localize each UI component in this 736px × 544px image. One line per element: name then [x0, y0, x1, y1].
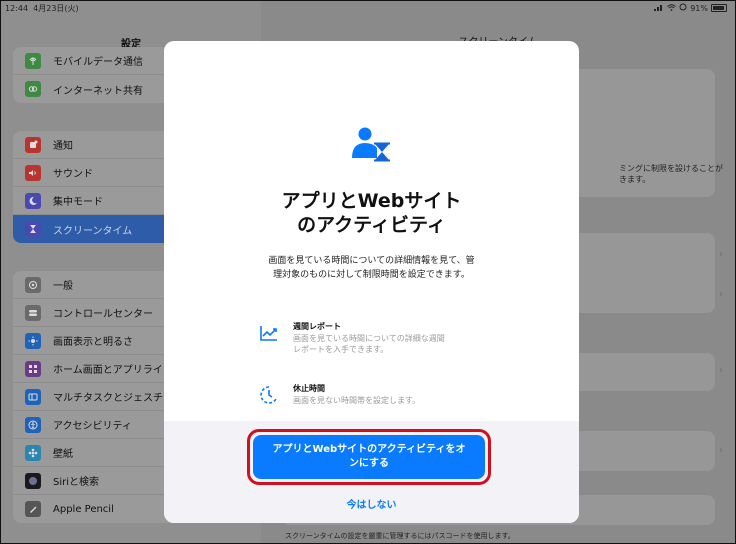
multitask-icon — [25, 388, 41, 405]
sidebar-item-label: Siriと検索 — [53, 477, 100, 488]
status-bar: 12:44 4月23日(火) 91% — [1, 1, 735, 15]
bell-icon — [25, 136, 41, 153]
downtime-icon — [260, 386, 277, 404]
status-indicators: 91% — [654, 3, 727, 13]
orientation-lock-icon — [679, 3, 687, 13]
person-hourglass-icon — [352, 127, 390, 162]
sidebar-item-label: インターネット共有 — [53, 85, 143, 97]
screen-time-onboarding-sheet: アプリとWebサイト のアクティビティ 画面を見ている時間についての詳細情報を見… — [164, 41, 579, 523]
antenna-icon — [25, 52, 41, 69]
status-time-date: 12:44 4月23日(火) — [5, 4, 79, 13]
grid-icon — [25, 360, 41, 377]
pencil-icon — [25, 501, 41, 517]
sidebar-item-label: コントロールセンター — [53, 309, 153, 320]
sidebar-item-label: Apple Pencil — [53, 503, 114, 515]
sidebar-item-label: スクリーンタイム — [53, 225, 133, 237]
pane-footnote: スクリーンタイムの設定を厳重に管理するにはパスコードを使用します。 — [285, 532, 515, 540]
cellular-icon — [654, 4, 664, 13]
hourglass-icon — [25, 221, 41, 237]
chevron-right-icon: › — [719, 289, 723, 300]
toggles-icon — [25, 304, 41, 321]
ipad-screen: 設定 モバイルデータ通信 インターネット共有 通知 サウンド 集中モード スクリ… — [0, 0, 736, 544]
sidebar-item-label: アクセシビリティ — [53, 421, 132, 432]
sidebar-item-label: 一般 — [53, 281, 73, 292]
sidebar-item-label: 画面表示と明るさ — [53, 337, 133, 348]
sidebar-item-label: マルチタスクとジェスチャ — [53, 393, 173, 404]
moon-icon — [25, 192, 41, 209]
accessibility-icon — [25, 416, 41, 433]
sidebar-item-label: 壁紙 — [53, 449, 73, 460]
battery-icon — [711, 4, 727, 12]
chevron-right-icon: › — [719, 365, 723, 376]
siri-icon — [25, 472, 41, 489]
battery-percentage: 91% — [690, 3, 708, 13]
feature-title: 休止時間 — [293, 384, 325, 393]
sheet-description: 画面を見ている時間についての詳細情報を見て、管 理対象のものに対して制限時間を設… — [268, 256, 475, 280]
sidebar-item-label: モバイルデータ通信 — [53, 57, 143, 68]
speaker-icon — [25, 164, 41, 181]
wifi-icon — [667, 3, 677, 13]
not-now-button[interactable]: 今はしない — [164, 496, 579, 511]
feature-description: 画面を見ている時間についての詳細な週間 レポートを入手できます。 — [293, 334, 445, 354]
link-icon — [25, 81, 41, 97]
flower-icon — [25, 444, 41, 461]
feature-description: 画面を見ない時間帯を設定します。 — [293, 396, 421, 405]
sidebar-item-label: サウンド — [53, 169, 93, 180]
chevron-right-icon: › — [719, 445, 723, 456]
gear-icon — [25, 276, 41, 293]
sidebar-item-label: 通知 — [53, 141, 73, 152]
sheet-title: アプリとWebサイト のアクティビティ — [281, 190, 462, 236]
sun-icon — [25, 332, 41, 349]
feature-title: 週間レポート — [293, 322, 341, 331]
chevron-right-icon: › — [719, 249, 723, 260]
sidebar-item-label: 集中モード — [53, 197, 103, 208]
pane-description: ミングに制限を設けることが きます。 — [619, 164, 723, 184]
chart-icon — [260, 326, 277, 341]
turn-on-activity-button[interactable]: アプリとWebサイトのアクティビティをオ ンにする — [253, 435, 485, 479]
